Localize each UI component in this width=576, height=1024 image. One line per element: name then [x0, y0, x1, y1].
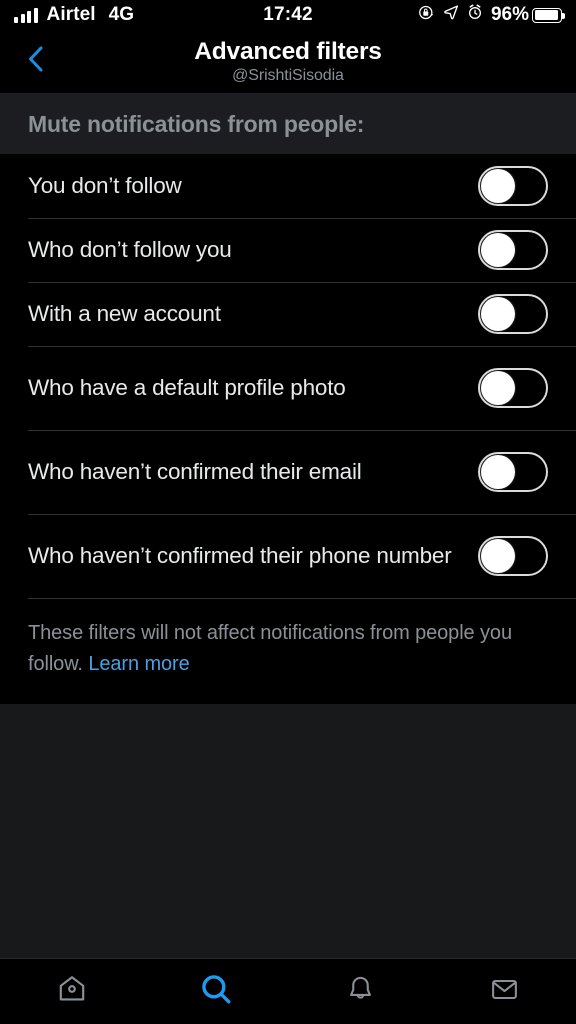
chevron-left-icon — [24, 44, 48, 79]
status-bar: Airtel 4G 17:42 96% — [0, 0, 576, 30]
filter-toggle[interactable] — [478, 536, 548, 576]
empty-content-area — [0, 704, 576, 958]
status-bar-right: 96% — [313, 4, 566, 27]
filter-row-label: Who don’t follow you — [28, 237, 232, 262]
footer-note: These filters will not affect notificati… — [0, 598, 576, 704]
filter-row-label: Who have a default profile photo — [28, 375, 346, 400]
section-header-label: Mute notifications from people: — [28, 111, 365, 137]
tab-home[interactable] — [0, 959, 144, 1024]
section-header: Mute notifications from people: — [0, 93, 576, 154]
learn-more-link[interactable]: Learn more — [88, 653, 189, 675]
carrier-label: Airtel — [46, 4, 96, 25]
tab-search[interactable] — [144, 959, 288, 1024]
back-button[interactable] — [14, 30, 58, 93]
signal-bars-icon — [14, 7, 38, 23]
footer-note-text: These filters will not affect notificati… — [28, 618, 548, 680]
toggle-knob — [481, 233, 515, 267]
account-handle: @SrishtiSisodia — [232, 67, 344, 84]
location-arrow-icon — [443, 4, 459, 26]
home-icon — [56, 973, 88, 1010]
filter-row-label: Who haven’t confirmed their email — [28, 459, 362, 484]
search-icon — [199, 972, 233, 1011]
battery-indicator: 96% — [490, 4, 566, 26]
filter-toggle[interactable] — [478, 294, 548, 334]
alarm-clock-icon — [467, 4, 483, 26]
filter-row[interactable]: Who have a default profile photo — [0, 346, 576, 430]
toggle-knob — [481, 169, 515, 203]
filter-toggle[interactable] — [478, 452, 548, 492]
filter-row-label: With a new account — [28, 301, 221, 326]
battery-percent-label: 96% — [490, 4, 530, 25]
bell-icon — [345, 974, 376, 1010]
nav-header: Advanced filters @SrishtiSisodia — [0, 30, 576, 93]
toggle-knob — [481, 539, 515, 573]
filter-row[interactable]: With a new account — [0, 282, 576, 346]
battery-icon — [532, 7, 566, 23]
filter-toggle[interactable] — [478, 230, 548, 270]
status-bar-left: Airtel 4G — [14, 4, 263, 26]
tab-notifications[interactable] — [288, 959, 432, 1024]
filter-row[interactable]: Who don’t follow you — [0, 218, 576, 282]
page-title: Advanced filters — [194, 38, 382, 65]
rotation-lock-icon — [418, 4, 435, 27]
filter-list: You don’t follow Who don’t follow you With… — [0, 154, 576, 598]
filter-row[interactable]: Who haven’t confirmed their phone number — [0, 514, 576, 598]
clock-label: 17:42 — [263, 4, 313, 25]
toggle-knob — [481, 455, 515, 489]
filter-toggle[interactable] — [478, 368, 548, 408]
network-type-label: 4G — [108, 4, 135, 25]
filter-row[interactable]: Who haven’t confirmed their email — [0, 430, 576, 514]
filter-row-label: Who haven’t confirmed their phone number — [28, 543, 452, 568]
filter-row[interactable]: You don’t follow — [0, 154, 576, 218]
phone-screen: Airtel 4G 17:42 96% Advanced filters @Sr… — [0, 0, 576, 1024]
filter-toggle[interactable] — [478, 166, 548, 206]
toggle-knob — [481, 297, 515, 331]
toggle-knob — [481, 371, 515, 405]
bottom-tab-bar — [0, 958, 576, 1024]
status-bar-center: 17:42 — [263, 4, 313, 26]
filter-row-label: You don’t follow — [28, 173, 182, 198]
nav-title-group: Advanced filters @SrishtiSisodia — [0, 38, 576, 85]
tab-messages[interactable] — [432, 959, 576, 1024]
envelope-icon — [489, 974, 520, 1010]
